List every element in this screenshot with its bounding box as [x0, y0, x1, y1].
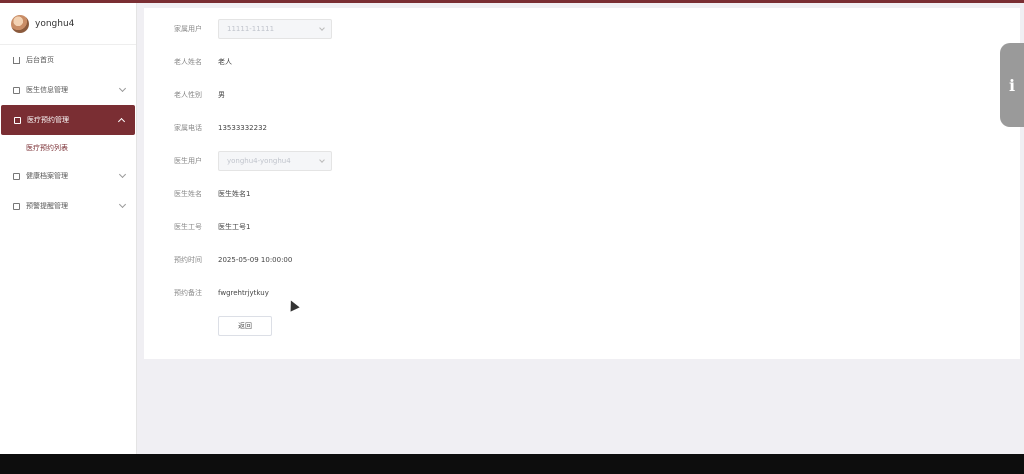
bottom-bar: [0, 454, 1024, 474]
document-icon: [13, 202, 20, 210]
doctor-name-label: 医生姓名: [174, 190, 202, 198]
sidebar: yonghu4 后台首页 医生信息管理 医疗预约管理 医疗预约列表 健康档案管理…: [0, 3, 137, 454]
home-icon: [13, 56, 20, 64]
elder-gender-label: 老人性别: [174, 91, 202, 99]
appointment-note-value: fwgrehtrjytkuy: [218, 289, 269, 297]
user-profile[interactable]: yonghu4: [0, 3, 136, 45]
doctor-name-value: 医生姓名1: [218, 190, 251, 198]
detail-form: 家属用户 11111-11111 老人姓名 老人 老人性别 男 家属电话 135…: [144, 8, 1020, 359]
back-button[interactable]: 返回: [218, 316, 272, 336]
info-side-tab[interactable]: i: [1000, 43, 1024, 127]
form-row-elder-name: 老人姓名 老人: [144, 52, 744, 72]
family-user-value: 11111-11111: [227, 25, 275, 33]
form-row-family-user: 家属用户 11111-11111: [144, 19, 744, 39]
avatar: [11, 14, 29, 33]
sidebar-item-appointments[interactable]: 医疗预约管理: [1, 105, 135, 135]
form-row-appointment-time: 预约时间 2025-05-09 10:00:00: [144, 250, 744, 270]
sidebar-item-label: 后台首页: [26, 56, 54, 64]
document-icon: [13, 86, 20, 94]
form-row-doctor-id: 医生工号 医生工号1: [144, 217, 744, 237]
family-phone-value: 13533332232: [218, 124, 267, 132]
username: yonghu4: [35, 18, 75, 29]
info-icon: i: [1008, 75, 1016, 95]
family-phone-label: 家属电话: [174, 124, 202, 132]
top-accent-bar: [0, 0, 1024, 3]
doctor-user-label: 医生用户: [174, 157, 202, 165]
form-row-family-phone: 家属电话 13533332232: [144, 118, 744, 138]
sidebar-subitem-appointment-list[interactable]: 医疗预约列表: [0, 135, 136, 161]
chevron-down-icon: [118, 200, 127, 209]
sidebar-item-label: 预警提醒管理: [26, 202, 68, 210]
doctor-user-select[interactable]: yonghu4-yonghu4: [218, 151, 332, 171]
family-user-select[interactable]: 11111-11111: [218, 19, 332, 39]
doctor-id-label: 医生工号: [174, 223, 202, 231]
document-icon: [14, 116, 21, 124]
form-row-doctor-user: 医生用户 yonghu4-yonghu4: [144, 151, 744, 171]
sidebar-menu: 后台首页 医生信息管理 医疗预约管理 医疗预约列表 健康档案管理 预警提醒管理: [0, 45, 136, 221]
appointment-note-label: 预约备注: [174, 289, 202, 297]
chevron-down-icon: [319, 25, 325, 31]
chevron-up-icon: [117, 117, 126, 126]
form-row-elder-gender: 老人性别 男: [144, 85, 744, 105]
sidebar-item-label: 医生信息管理: [26, 86, 68, 94]
elder-name-label: 老人姓名: [174, 58, 202, 66]
chevron-down-icon: [319, 157, 325, 163]
chevron-down-icon: [118, 170, 127, 179]
doctor-id-value: 医生工号1: [218, 223, 251, 231]
sidebar-item-label: 健康档案管理: [26, 172, 68, 180]
appointment-time-label: 预约时间: [174, 256, 202, 264]
family-user-label: 家属用户: [174, 25, 202, 33]
elder-name-value: 老人: [218, 58, 232, 66]
form-row-appointment-note: 预约备注 fwgrehtrjytkuy: [144, 283, 744, 303]
doctor-user-value: yonghu4-yonghu4: [227, 157, 291, 165]
sidebar-item-alerts[interactable]: 预警提醒管理: [0, 191, 136, 221]
appointment-time-value: 2025-05-09 10:00:00: [218, 256, 293, 264]
document-icon: [13, 172, 20, 180]
sidebar-item-home[interactable]: 后台首页: [0, 45, 136, 75]
chevron-down-icon: [118, 84, 127, 93]
sidebar-item-health-records[interactable]: 健康档案管理: [0, 161, 136, 191]
elder-gender-value: 男: [218, 91, 225, 99]
sidebar-item-label: 医疗预约管理: [27, 116, 69, 124]
sidebar-item-doctor-info[interactable]: 医生信息管理: [0, 75, 136, 105]
form-row-doctor-name: 医生姓名 医生姓名1: [144, 184, 744, 204]
